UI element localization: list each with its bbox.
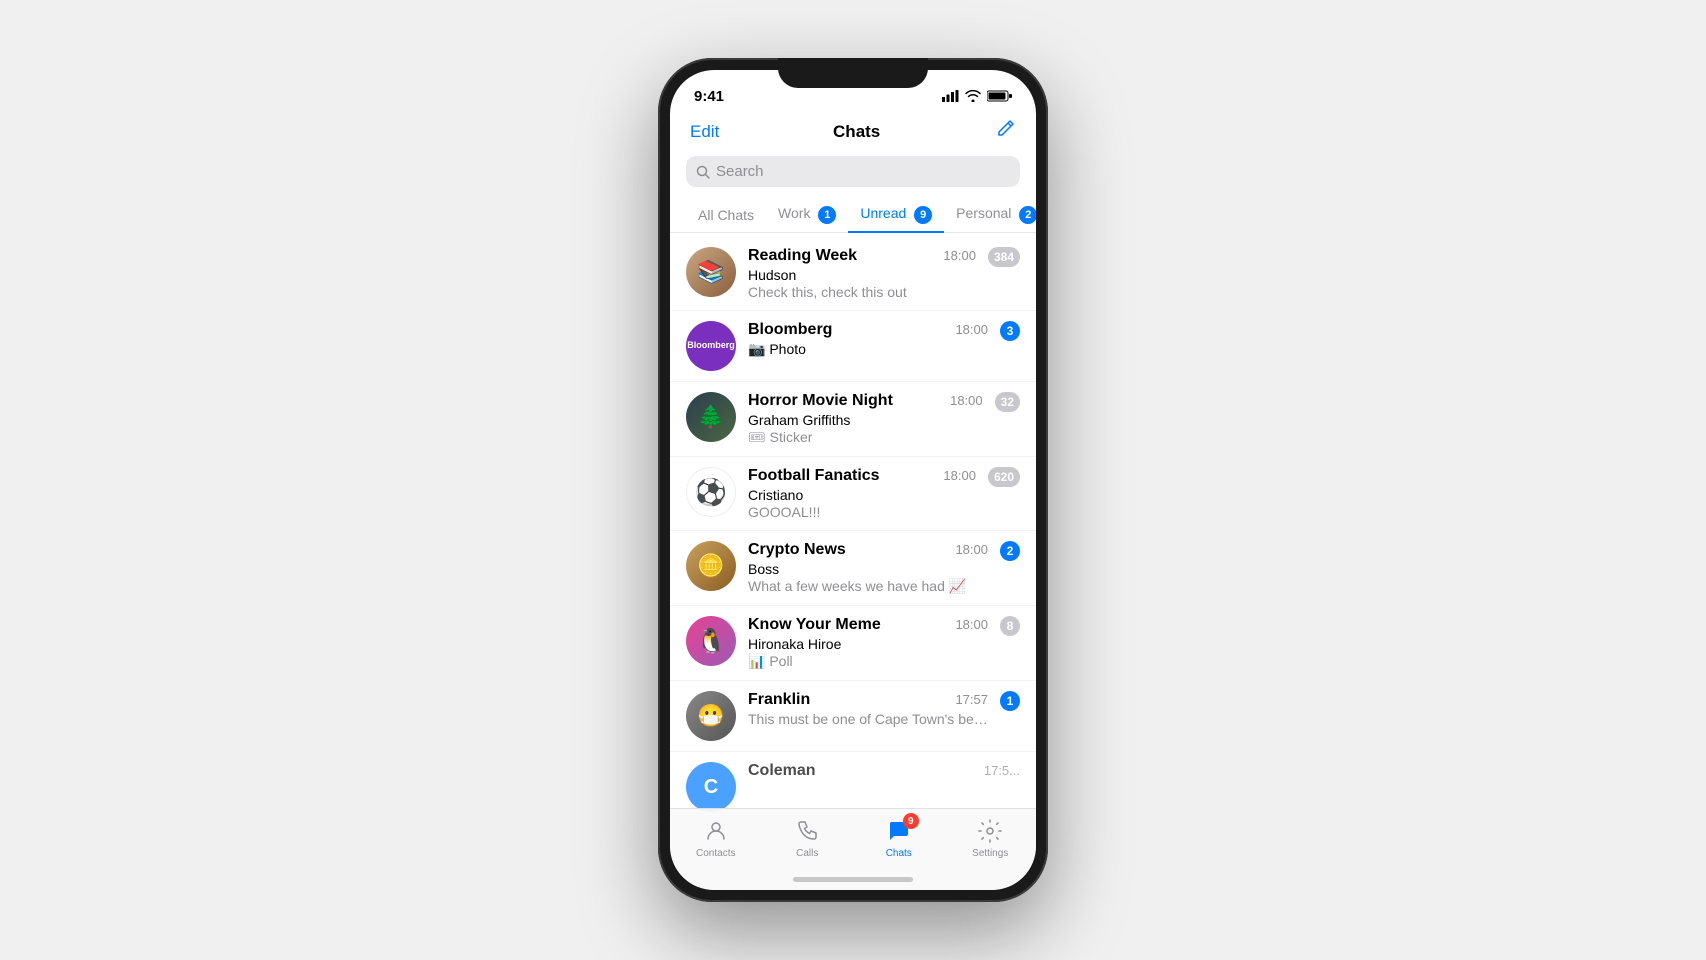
avatar-franklin: 😷	[686, 691, 736, 741]
chat-time: 18:00	[955, 542, 988, 557]
chat-item-football-fanatics[interactable]: ⚽ Football Fanatics 18:00 Cristiano GOOO…	[670, 457, 1036, 531]
search-icon	[696, 165, 710, 179]
chat-preview: What a few weeks we have had 📈	[748, 578, 988, 595]
avatar-crypto: 🪙	[686, 541, 736, 591]
personal-badge: 2	[1019, 206, 1036, 224]
chat-preview: GOOOAL!!!	[748, 504, 976, 520]
chat-name: Horror Movie Night	[748, 392, 893, 410]
tab-chats[interactable]: 9 Chats	[853, 817, 945, 859]
chat-item-horror-movie-night[interactable]: 🌲 Horror Movie Night 18:00 Graham Griffi…	[670, 382, 1036, 457]
tab-settings[interactable]: Settings	[945, 817, 1037, 859]
chat-content-reading-week: Reading Week 18:00 Hudson Check this, ch…	[748, 247, 976, 300]
chat-item-crypto-news[interactable]: 🪙 Crypto News 18:00 Boss What a few week…	[670, 531, 1036, 606]
chat-preview: This must be one of Cape Town's best spo…	[748, 711, 988, 727]
chat-content-bloomberg: Bloomberg 18:00 📷 Photo	[748, 321, 988, 359]
filter-tabs: All Chats Work 1 Unread 9 Personal 2	[670, 197, 1036, 233]
signal-icon	[942, 90, 959, 102]
avatar-coleman: C	[686, 762, 736, 812]
chat-item-reading-week[interactable]: 📚 Reading Week 18:00 Hudson Check this, …	[670, 237, 1036, 311]
chats-label: Chats	[886, 848, 912, 859]
chat-sender: Cristiano	[748, 487, 976, 503]
unread-count: 384	[988, 247, 1020, 267]
unread-count: 2	[1000, 541, 1020, 561]
compose-button[interactable]	[994, 118, 1016, 146]
status-time: 9:41	[694, 88, 724, 105]
edit-button[interactable]: Edit	[690, 122, 719, 142]
calls-icon	[793, 817, 821, 845]
avatar-horror: 🌲	[686, 392, 736, 442]
contacts-label: Contacts	[696, 848, 735, 859]
chat-preview: 📊 Poll	[748, 653, 988, 670]
unread-count: 32	[995, 392, 1020, 412]
unread-count: 3	[1000, 321, 1020, 341]
settings-label: Settings	[972, 848, 1008, 859]
chat-time: 17:5...	[984, 763, 1020, 778]
chat-item-know-your-meme[interactable]: 🐧 Know Your Meme 18:00 Hironaka Hiroe 📊 …	[670, 606, 1036, 681]
chat-name: Football Fanatics	[748, 467, 880, 485]
contacts-icon	[702, 817, 730, 845]
chat-time: 18:00	[955, 322, 988, 337]
chats-icon: 9	[885, 817, 913, 845]
chat-time: 18:00	[943, 248, 976, 263]
chat-list: 📚 Reading Week 18:00 Hudson Check this, …	[670, 237, 1036, 845]
search-bar[interactable]: Search	[686, 156, 1020, 187]
tab-work[interactable]: Work 1	[766, 197, 848, 232]
tab-calls[interactable]: Calls	[762, 817, 854, 859]
chat-content-coleman: Coleman 17:5...	[748, 762, 1020, 782]
chat-content-football: Football Fanatics 18:00 Cristiano GOOOAL…	[748, 467, 976, 520]
chat-preview: Check this, check this out	[748, 284, 976, 300]
phone-frame: 9:41	[658, 58, 1048, 902]
chat-time: 18:00	[955, 617, 988, 632]
chat-sender: Hudson	[748, 267, 976, 283]
tab-contacts[interactable]: Contacts	[670, 817, 762, 859]
avatar-bloomberg: Bloomberg	[686, 321, 736, 371]
wifi-icon	[965, 90, 981, 102]
chat-sender: 📷 Photo	[748, 341, 988, 358]
chat-name: Know Your Meme	[748, 616, 881, 634]
chat-preview: 🎟 Sticker	[748, 429, 983, 446]
status-icons	[942, 90, 1012, 102]
chat-time: 18:00	[950, 393, 983, 408]
avatar-meme: 🐧	[686, 616, 736, 666]
chat-content-meme: Know Your Meme 18:00 Hironaka Hiroe 📊 Po…	[748, 616, 988, 670]
chat-name: Crypto News	[748, 541, 846, 559]
chat-sender: Boss	[748, 561, 988, 577]
unread-count: 1	[1000, 691, 1020, 711]
chat-name: Bloomberg	[748, 321, 832, 339]
tab-all-chats[interactable]: All Chats	[686, 199, 766, 231]
unread-badge: 9	[914, 206, 932, 224]
chat-content-franklin: Franklin 17:57 This must be one of Cape …	[748, 691, 988, 727]
chat-name: Coleman	[748, 762, 816, 780]
chat-name: Reading Week	[748, 247, 857, 265]
phone-screen: 9:41	[670, 70, 1036, 890]
chat-content-crypto: Crypto News 18:00 Boss What a few weeks …	[748, 541, 988, 595]
work-badge: 1	[818, 206, 836, 224]
chats-notification: 9	[903, 813, 919, 829]
chat-sender: Hironaka Hiroe	[748, 636, 988, 652]
chat-item-bloomberg[interactable]: Bloomberg Bloomberg 18:00 📷 Photo 3	[670, 311, 1036, 382]
chat-time: 18:00	[943, 468, 976, 483]
compose-icon	[994, 118, 1016, 140]
home-indicator	[793, 877, 913, 882]
page-title: Chats	[833, 122, 880, 142]
avatar-reading-week: 📚	[686, 247, 736, 297]
tab-unread[interactable]: Unread 9	[848, 197, 944, 232]
notch	[778, 58, 928, 88]
chat-sender: Graham Griffiths	[748, 412, 983, 428]
settings-icon	[976, 817, 1004, 845]
avatar-football: ⚽	[686, 467, 736, 517]
chat-item-franklin[interactable]: 😷 Franklin 17:57 This must be one of Cap…	[670, 681, 1036, 752]
nav-bar: Edit Chats	[670, 114, 1036, 156]
calls-label: Calls	[796, 848, 818, 859]
search-placeholder: Search	[716, 163, 764, 180]
chat-content-horror: Horror Movie Night 18:00 Graham Griffith…	[748, 392, 983, 446]
unread-count: 620	[988, 467, 1020, 487]
battery-icon	[987, 90, 1012, 102]
tab-personal[interactable]: Personal 2	[944, 197, 1036, 232]
unread-count: 8	[1000, 616, 1020, 636]
chat-name: Franklin	[748, 691, 810, 709]
chat-time: 17:57	[955, 692, 988, 707]
